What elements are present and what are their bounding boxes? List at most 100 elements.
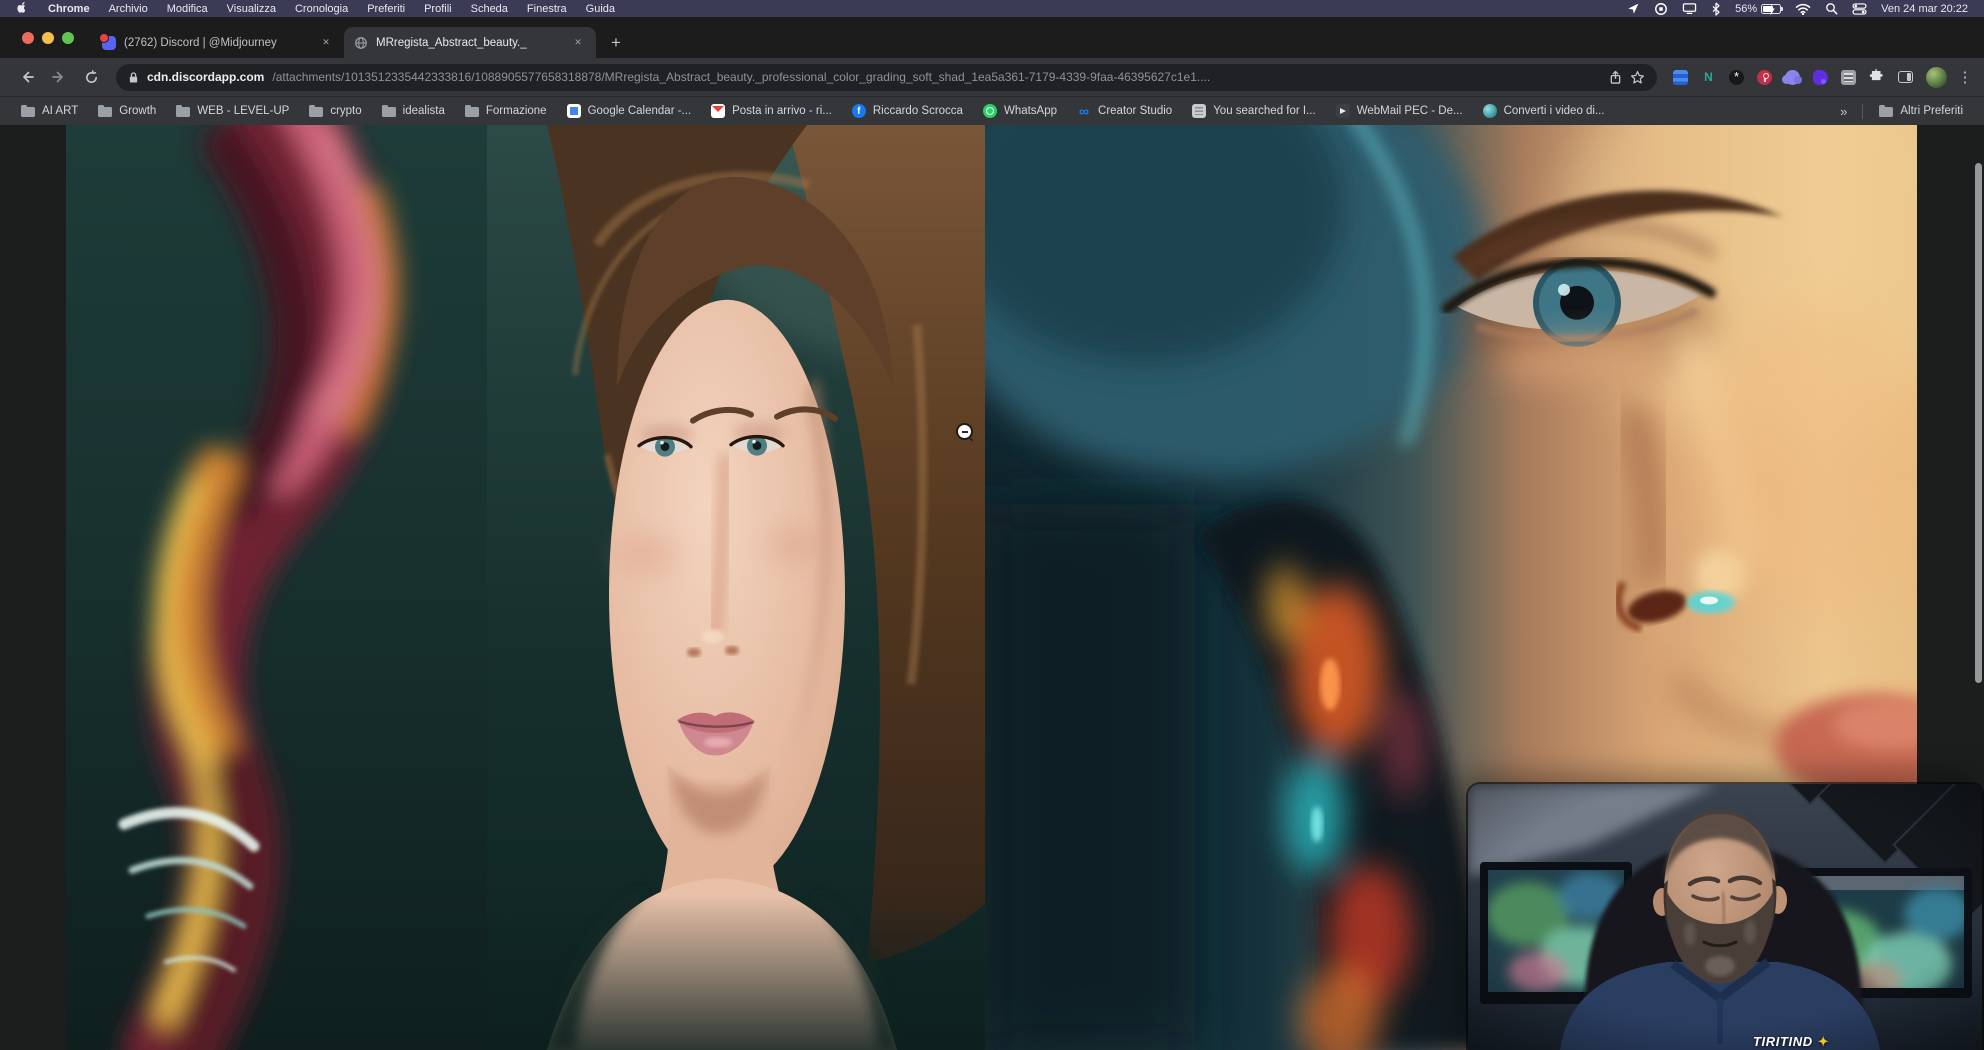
forward-icon[interactable] bbox=[46, 64, 72, 90]
extension-card-icon[interactable] bbox=[1841, 70, 1856, 85]
vertical-scrollbar-thumb[interactable] bbox=[1975, 163, 1982, 683]
url-domain: cdn.discordapp.com bbox=[147, 70, 264, 84]
bookmark-google-calendar[interactable]: Google Calendar -... bbox=[558, 100, 701, 122]
battery-percent-label: 56% bbox=[1735, 3, 1757, 15]
menu-visualizza[interactable]: Visualizza bbox=[227, 3, 276, 15]
url-path: /attachments/1013512335442333816/1088905… bbox=[272, 70, 1601, 84]
artwork-panel-portrait bbox=[487, 125, 985, 1050]
bookmark-video-converter[interactable]: Converti i video di... bbox=[1474, 100, 1614, 122]
extensions-puzzle-icon[interactable] bbox=[1869, 67, 1885, 88]
google-calendar-icon bbox=[567, 104, 581, 118]
extension-password-key-icon[interactable] bbox=[1757, 70, 1772, 85]
menu-profili[interactable]: Profili bbox=[424, 3, 452, 15]
whatsapp-icon bbox=[983, 104, 997, 118]
profile-avatar[interactable] bbox=[1926, 67, 1947, 88]
menu-guida[interactable]: Guida bbox=[586, 3, 615, 15]
window-controls bbox=[22, 32, 74, 44]
share-icon[interactable] bbox=[1609, 70, 1622, 85]
webcam-scene bbox=[1468, 784, 1982, 1050]
globe-favicon bbox=[354, 36, 368, 50]
gmail-icon bbox=[711, 104, 725, 118]
bookmark-facebook-profile[interactable]: Riccardo Scrocca bbox=[843, 100, 972, 122]
close-tab-icon[interactable] bbox=[570, 35, 586, 51]
control-center-icon[interactable] bbox=[1852, 3, 1867, 15]
watermark-text: TIRITIND bbox=[1753, 1034, 1813, 1049]
bookmark-folder-crypto[interactable]: crypto bbox=[300, 100, 370, 122]
other-bookmarks-folder[interactable]: Altri Preferiti bbox=[1870, 100, 1972, 122]
browser-toolbar: cdn.discordapp.com /attachments/10135123… bbox=[0, 58, 1984, 96]
reload-icon[interactable] bbox=[78, 64, 104, 90]
screen: Chrome Archivio Modifica Visualizza Cron… bbox=[0, 0, 1984, 1050]
bookmark-folder-web-level-up[interactable]: WEB - LEVEL-UP bbox=[167, 100, 298, 122]
bookmarks-overflow-chevron[interactable]: » bbox=[1832, 104, 1855, 119]
back-icon[interactable] bbox=[14, 64, 40, 90]
page-content: TIRITIND bbox=[0, 125, 1984, 1050]
tab-discord[interactable]: (2762) Discord | @Midjourney bbox=[92, 27, 344, 58]
battery-indicator[interactable]: 56% bbox=[1735, 3, 1781, 15]
menu-archivio[interactable]: Archivio bbox=[109, 3, 148, 15]
artwork-panel-abstract-ribbon bbox=[66, 125, 487, 1050]
menu-chrome[interactable]: Chrome bbox=[48, 3, 90, 15]
bookmarks-bar: AI ART Growth WEB - LEVEL-UP crypto idea… bbox=[0, 96, 1984, 125]
menu-modifica[interactable]: Modifica bbox=[167, 3, 208, 15]
apple-menu-icon[interactable] bbox=[16, 0, 29, 17]
tab-image-active[interactable]: MRregista_Abstract_beauty._ bbox=[344, 27, 596, 58]
extension-waves-icon[interactable] bbox=[1673, 70, 1688, 85]
folder-icon bbox=[21, 107, 35, 117]
folder-icon bbox=[465, 107, 479, 117]
display-mirroring-icon[interactable] bbox=[1682, 2, 1697, 15]
bookmark-star-icon[interactable] bbox=[1630, 70, 1645, 85]
tab-title: MRregista_Abstract_beauty._ bbox=[376, 37, 562, 49]
folder-icon bbox=[382, 107, 396, 117]
bookmark-folder-ai-art[interactable]: AI ART bbox=[12, 100, 87, 122]
extensions-row bbox=[1673, 67, 1970, 88]
extension-purple-icon[interactable] bbox=[1813, 70, 1828, 85]
menu-cronologia[interactable]: Cronologia bbox=[295, 3, 348, 15]
bookmark-folder-growth[interactable]: Growth bbox=[89, 100, 165, 122]
location-icon[interactable] bbox=[1627, 2, 1640, 15]
chrome-menu-icon[interactable] bbox=[1960, 70, 1970, 85]
folder-icon bbox=[309, 107, 323, 117]
wifi-icon[interactable] bbox=[1795, 3, 1811, 15]
bookmark-gmail-inbox[interactable]: Posta in arrivo - ri... bbox=[702, 100, 841, 122]
extension-cloud-icon[interactable] bbox=[1785, 70, 1800, 85]
bookmarks-divider bbox=[1862, 104, 1863, 119]
folder-icon bbox=[176, 107, 190, 117]
meta-icon bbox=[1077, 104, 1091, 118]
channel-watermark: TIRITIND bbox=[1753, 1034, 1829, 1050]
address-bar[interactable]: cdn.discordapp.com /attachments/10135123… bbox=[116, 64, 1657, 91]
webcam-overlay: TIRITIND bbox=[1468, 784, 1982, 1050]
extension-n-icon[interactable] bbox=[1701, 70, 1716, 85]
folder-icon bbox=[98, 107, 112, 117]
converter-icon bbox=[1483, 104, 1497, 118]
bookmark-webmail-pec[interactable]: WebMail PEC - De... bbox=[1327, 100, 1472, 122]
menu-finestra[interactable]: Finestra bbox=[527, 3, 567, 15]
menu-preferiti[interactable]: Preferiti bbox=[367, 3, 405, 15]
facebook-icon bbox=[852, 104, 866, 118]
bookmark-folder-idealista[interactable]: idealista bbox=[373, 100, 454, 122]
bookmark-whatsapp[interactable]: WhatsApp bbox=[974, 100, 1066, 122]
extension-dark-circle-icon[interactable] bbox=[1729, 70, 1744, 85]
side-panel-icon[interactable] bbox=[1898, 71, 1913, 83]
battery-icon bbox=[1761, 4, 1781, 14]
close-window-button[interactable] bbox=[22, 32, 34, 44]
lock-icon[interactable] bbox=[128, 71, 139, 84]
spotlight-search-icon[interactable] bbox=[1825, 2, 1838, 15]
bookmark-folder-formazione[interactable]: Formazione bbox=[456, 100, 556, 122]
folder-icon bbox=[1879, 107, 1893, 117]
menu-scheda[interactable]: Scheda bbox=[471, 3, 508, 15]
minimize-window-button[interactable] bbox=[42, 32, 54, 44]
discord-favicon bbox=[102, 36, 116, 50]
zoom-window-button[interactable] bbox=[62, 32, 74, 44]
screen-record-icon[interactable] bbox=[1654, 2, 1668, 16]
page-icon bbox=[1192, 104, 1206, 118]
bookmark-creator-studio[interactable]: Creator Studio bbox=[1068, 100, 1181, 122]
menu-clock[interactable]: Ven 24 mar 20:22 bbox=[1881, 3, 1968, 15]
new-tab-button[interactable] bbox=[602, 28, 630, 56]
close-tab-icon[interactable] bbox=[318, 35, 334, 51]
tab-title: (2762) Discord | @Midjourney bbox=[124, 37, 310, 49]
bluetooth-icon[interactable] bbox=[1711, 2, 1721, 16]
charging-bolt-icon bbox=[1767, 4, 1776, 16]
bookmark-you-searched[interactable]: You searched for I... bbox=[1183, 100, 1325, 122]
tab-strip: (2762) Discord | @Midjourney MRregista_A… bbox=[0, 17, 1984, 58]
